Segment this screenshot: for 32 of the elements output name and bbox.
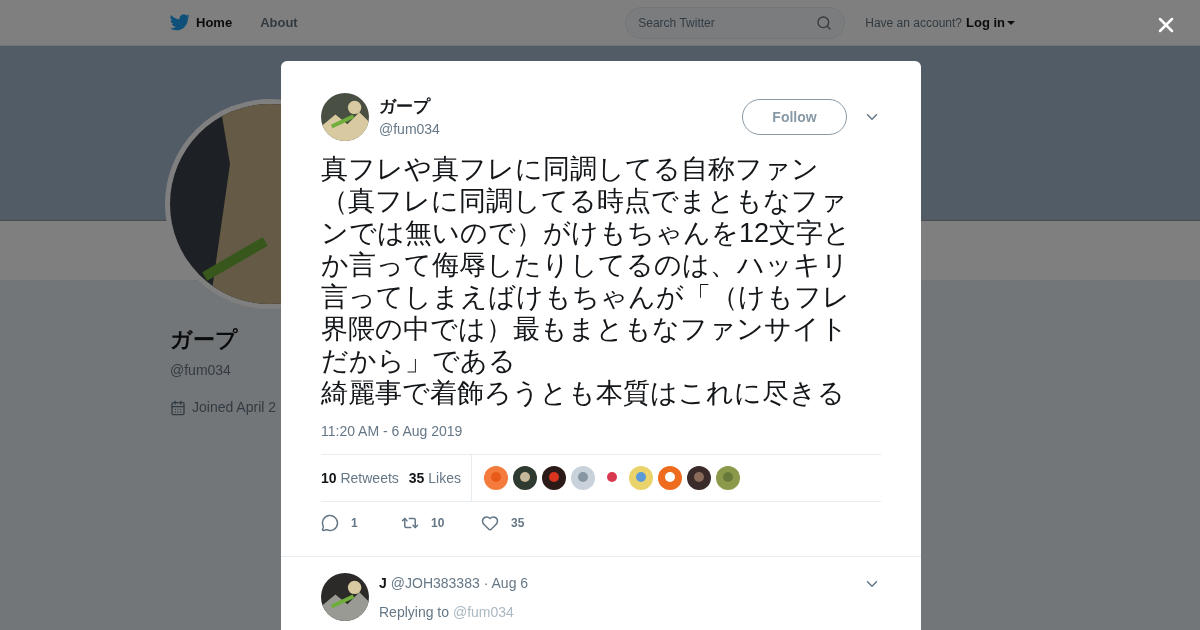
liker-avatar[interactable] — [687, 466, 711, 490]
calendar-icon — [170, 399, 186, 416]
profile-handle: @fum034 — [170, 361, 231, 380]
caret-icon — [1007, 20, 1015, 25]
like-icon — [481, 514, 499, 532]
liker-avatar[interactable] — [542, 466, 566, 490]
reply-date: · Aug 6 — [483, 574, 529, 593]
search-icon — [816, 14, 833, 31]
like-button[interactable]: 35 — [481, 514, 561, 532]
profile-name: ガープ — [170, 326, 238, 354]
liker-avatar[interactable] — [513, 466, 537, 490]
joined-date: Joined April 2 — [192, 398, 277, 417]
search-field[interactable]: Search Twitter — [625, 6, 846, 39]
reply-button[interactable]: 1 — [321, 514, 401, 532]
tweet-text: 真フレや真フレに同調してる自称ファン（真フレに同調してる時点でまともなファンでは無いので）がけもちゃんを12文字とか言って侮辱したりしてるのは、ハッキリ言ってしまえばけもちゃんが「（けもフレ界隈の中では）最もまともなファンサイトだから」である — [321, 153, 853, 377]
login-link[interactable]: Log in — [966, 12, 1015, 33]
tweet-timestamp: 11:20 AM - 6 Aug 2019 — [321, 422, 464, 441]
nav-link[interactable]: About — [260, 12, 298, 33]
stat-count[interactable]: 10 Retweets — [321, 467, 399, 489]
reply-icon — [321, 514, 339, 532]
search-input[interactable]: Search Twitter — [638, 13, 817, 32]
retweet-button[interactable]: 10 — [401, 514, 481, 532]
account-prompt: Have an account? — [865, 14, 962, 32]
author-handle: @fum034 — [379, 120, 440, 140]
reply-author-name: J — [379, 574, 387, 593]
tweet-text: 綺麗事で着飾ろうとも本質はこれに尽きる — [321, 377, 846, 409]
reply-author-handle: @JOH383383 — [390, 574, 480, 593]
author-name: ガープ — [379, 95, 432, 118]
stat-count[interactable]: 35 Likes — [408, 467, 461, 489]
nav-link[interactable]: Home — [196, 12, 233, 33]
bird-icon — [170, 14, 190, 31]
replying-to-text: Replying to @fum034 — [379, 603, 515, 622]
